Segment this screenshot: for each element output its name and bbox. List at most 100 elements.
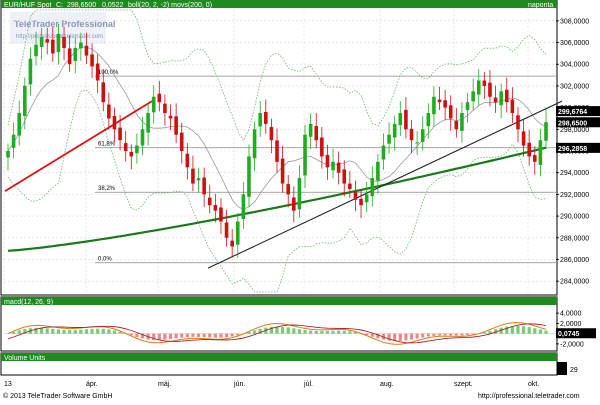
period-label[interactable]: naponta (528, 2, 553, 9)
candle-body (124, 143, 128, 151)
candle-body (141, 129, 145, 145)
macd-y-tick-label: 2,0000 (560, 321, 582, 328)
chart-window: EUR/HUF Spot C: 298,6500 0,0522 boll(20,… (0, 0, 600, 400)
macd-hist-bar (180, 334, 183, 338)
macd-hist-bar (533, 328, 536, 333)
candle-body (303, 135, 307, 176)
candle-body (539, 140, 543, 165)
candle-body (23, 86, 27, 116)
candle-body (197, 178, 201, 180)
price-marker-label: 299,6764 (558, 109, 587, 116)
y-tick-label: 286,0000 (560, 257, 589, 264)
macd-hist-bar (292, 328, 295, 333)
macd-hist-bar (303, 330, 306, 334)
macd-hist-bar (40, 328, 43, 334)
macd-hist-bar (331, 331, 334, 334)
footer-url[interactable]: http://professional.teletrader.com (478, 393, 580, 400)
candle-body (359, 199, 363, 205)
candle-body (342, 169, 346, 183)
candle-body (113, 116, 117, 129)
candle-body (6, 151, 10, 158)
x-tick-label: szept. (454, 381, 473, 388)
macd-hist-bar (298, 329, 301, 333)
macd-hist-bar (51, 329, 54, 334)
macd-hist-bar (163, 334, 166, 340)
macd-hist-bar (438, 334, 441, 336)
candle-body (427, 113, 431, 126)
y-tick-label: 306,0000 (560, 40, 589, 47)
candle-body (146, 113, 150, 133)
macd-y-tick-label: 4,0000 (560, 311, 582, 318)
candle-body (219, 207, 223, 221)
macd-hist-bar (432, 334, 435, 336)
macd-hist-bar (444, 334, 447, 336)
candle-body (477, 81, 481, 95)
macd-hist-bar (404, 334, 407, 341)
candle-body (337, 163, 341, 173)
macd-hist-bar (315, 331, 318, 334)
chart-canvas[interactable]: EUR/HUF Spot C: 298,6500 0,0522 boll(20,… (0, 0, 600, 400)
y-tick-label: 298,0000 (560, 127, 589, 134)
candle-body (129, 152, 133, 156)
fib-label: 100,0% (98, 70, 119, 76)
close-label: C: (56, 2, 63, 9)
macd-hist-bar (348, 331, 351, 333)
candle-body (85, 46, 89, 56)
candle-body (421, 129, 425, 142)
candle-body (544, 122, 548, 140)
macd-hist-bar (118, 332, 121, 334)
macd-hist-bar (191, 334, 194, 337)
macd-hist-bar (320, 331, 323, 334)
macd-hist-bar (460, 334, 463, 336)
macd-hist-bar (186, 334, 189, 338)
candle-body (320, 138, 324, 157)
macd-hist-bar (253, 330, 256, 333)
candle-body (51, 40, 55, 54)
macd-hist-bar (337, 331, 340, 334)
macd-hist-bar (287, 327, 290, 333)
macd-hist-bar (371, 334, 374, 337)
time-axis: 13ápr.máj.jún.júl.aug.szept.okt. (4, 381, 539, 388)
candle-body (174, 116, 178, 134)
candle-body (499, 91, 503, 105)
candle-body (331, 162, 335, 170)
change-value: 0,0522 (102, 2, 124, 9)
macd-hist-bar (197, 334, 200, 337)
macd-hist-bar (343, 331, 346, 334)
y-tick-label: 284,0000 (560, 279, 589, 286)
macd-hist-bar (544, 331, 547, 334)
macd-y-tick-label: -2,0000 (560, 341, 584, 348)
candle-body (449, 105, 453, 118)
candle-body (387, 135, 391, 144)
macd-hist-bar (107, 329, 110, 333)
candle-body (270, 127, 274, 140)
macd-hist-bar (85, 329, 88, 333)
candle-body (516, 115, 520, 129)
indicator-text: boll(20, 2, -2) movs(200, 0) (128, 2, 212, 9)
candle-body (354, 192, 358, 200)
candle-body (45, 39, 49, 42)
macd-hist-bar (96, 329, 99, 334)
macd-hist-bar (62, 330, 65, 334)
candle-body (152, 97, 156, 113)
volume-tick-label: 29 (570, 367, 578, 374)
candle-body (370, 178, 374, 196)
candle-body (393, 124, 397, 138)
macd-header (1, 297, 557, 305)
macd-hist-bar (158, 334, 161, 340)
macd-hist-bar (74, 330, 77, 334)
price-marker-label: 298,6500 (558, 120, 587, 127)
candle-body (29, 59, 33, 85)
candle-body (247, 156, 251, 196)
candle-body (169, 116, 173, 119)
candle-body (107, 105, 111, 119)
candle-body (225, 223, 229, 238)
x-tick-label: okt. (528, 381, 539, 388)
candle-body (186, 154, 190, 168)
x-tick-label: 13 (4, 381, 12, 388)
candle-body (309, 124, 313, 137)
candle-body (40, 37, 44, 47)
candle-body (12, 135, 16, 148)
candle-body (404, 110, 408, 129)
candle-body (34, 45, 38, 57)
